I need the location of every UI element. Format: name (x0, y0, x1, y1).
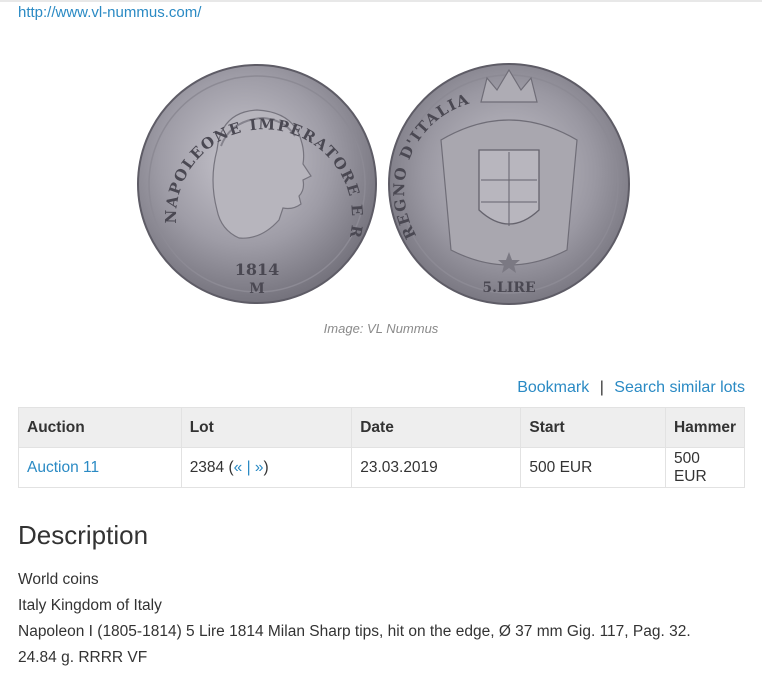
image-caption: Image: VL Nummus (323, 321, 439, 336)
header-start: Start (520, 407, 666, 448)
prev-lot-link[interactable]: « (234, 459, 243, 476)
obverse-year: 1814 (235, 260, 280, 279)
description-line: 24.84 g. RRRR VF (18, 649, 148, 666)
table-row: Auction 11 2384 (« | ») 23.03.2019 500 E… (18, 447, 746, 488)
site-link[interactable]: http://www.vl-nummus.com/ (18, 4, 201, 21)
lot-actions: Bookmark | Search similar lots (517, 379, 745, 397)
lot-open: ( (224, 458, 234, 476)
coin-reverse: REGNO D'ITALIA 5.LIRE (388, 63, 630, 305)
header-lot: Lot (180, 407, 353, 448)
actions-separator: | (599, 379, 604, 396)
bookmark-link[interactable]: Bookmark (517, 379, 589, 396)
description-title: Description (18, 520, 149, 550)
cell-hammer: 500 EUR (664, 447, 746, 488)
header-auction: Auction (18, 407, 182, 448)
cell-lot: 2384 (« | ») (180, 447, 353, 488)
lot-close: ) (263, 458, 269, 476)
auction-link[interactable]: Auction 11 (27, 459, 99, 476)
lot-number: 2384 (189, 458, 225, 476)
description-line: World coins (18, 571, 99, 588)
lot-nav-separator: | (242, 458, 255, 476)
next-lot-link[interactable]: » (255, 459, 264, 476)
search-similar-link[interactable]: Search similar lots (614, 379, 745, 396)
description-line: Napoleon I (1805-1814) 5 Lire 1814 Milan… (18, 623, 691, 640)
table-header-row: Auction Lot Date Start Hammer (18, 407, 746, 448)
description-line: Italy Kingdom of Italy (18, 597, 162, 614)
cell-date: 23.03.2019 (351, 447, 522, 488)
obverse-mint: M (249, 281, 265, 297)
cell-start: 500 EUR (520, 447, 666, 488)
coin-obverse: NAPOLEONE IMPERATORE E RE 1814 M (135, 60, 377, 304)
top-border (0, 0, 762, 2)
description-body: World coins Italy Kingdom of Italy Napol… (18, 567, 748, 671)
header-hammer: Hammer (664, 407, 746, 448)
reverse-denomination: 5.LIRE (482, 280, 535, 296)
lot-table: Auction Lot Date Start Hammer Auction 11… (18, 407, 746, 488)
header-date: Date (351, 407, 522, 448)
coin-photo[interactable]: NAPOLEONE IMPERATORE E RE 1814 M REGNO D… (135, 60, 630, 310)
cell-auction: Auction 11 (18, 447, 182, 488)
